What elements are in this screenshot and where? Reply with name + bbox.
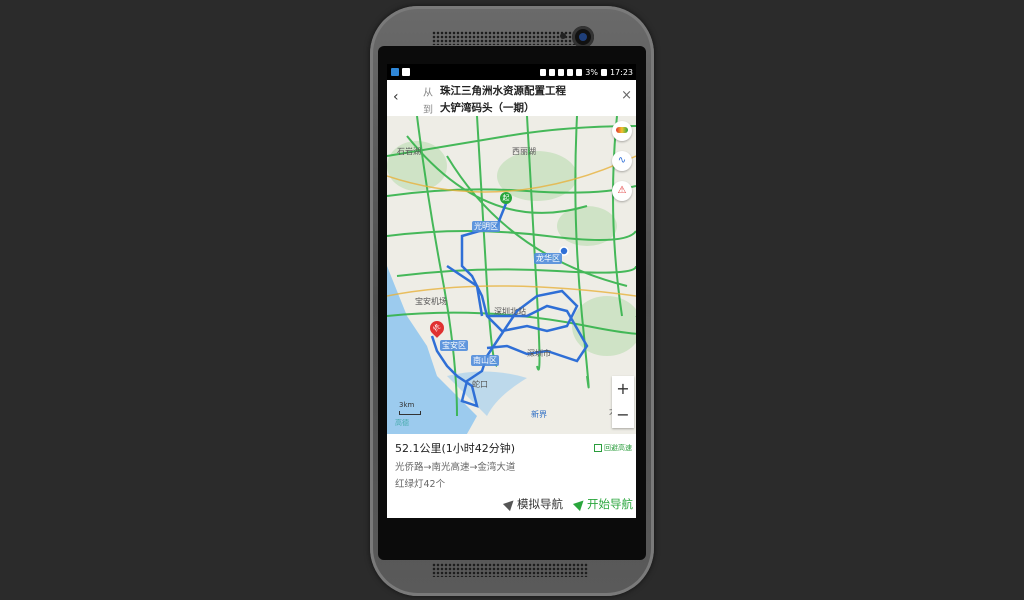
map-label-longhua: 龙华区 [534, 253, 562, 264]
report-icon[interactable]: ⚠ [612, 181, 632, 201]
from-label: 从 [423, 88, 433, 99]
route-summary: 52.1公里(1小时42分钟) [395, 442, 516, 455]
route-info-panel: 52.1公里(1小时42分钟) 回避高速 光侨路→南光高速→金湾大道 红绿灯42… [387, 434, 636, 518]
location-icon [540, 68, 547, 76]
bluetooth-icon [549, 68, 556, 76]
zoom-out-button[interactable]: − [612, 402, 634, 428]
app-screen: 3% 17:23 ‹ 从 珠江三角洲水资源配置工程 到 大铲湾码头（一期） × [387, 64, 636, 518]
nfc-icon [558, 68, 565, 76]
origin-field[interactable]: 珠江三角洲水资源配置工程 [440, 83, 566, 98]
proximity-sensor [560, 33, 566, 39]
route-map[interactable]: 石岩湖 西丽湖 光明区 龙华区 宝安机场 深圳北站 宝安区 南山区 深圳市 蛇口… [387, 116, 636, 434]
simulate-nav-button[interactable]: 模拟导航 [502, 496, 563, 512]
map-label-shiyan: 石岩湖 [397, 147, 421, 156]
back-icon[interactable]: ‹ [393, 89, 399, 105]
map-label-guangming: 光明区 [472, 221, 500, 232]
start-nav-label: 开始导航 [587, 497, 633, 511]
traffic-light-count: 红绿灯42个 [395, 479, 446, 490]
clock: 17:23 [609, 67, 633, 77]
route-roads: 光侨路→南光高速→金湾大道 [395, 462, 516, 473]
start-marker[interactable]: 起 [500, 192, 512, 204]
mute-icon [567, 68, 574, 76]
avoid-highway-label: 回避高速 [604, 444, 632, 452]
map-label-airport: 宝安机场 [415, 297, 447, 306]
front-camera [572, 26, 594, 48]
map-canvas [387, 116, 636, 434]
navigation-arrow-icon [502, 496, 518, 512]
destination-field[interactable]: 大铲湾码头（一期） [440, 100, 535, 115]
zoom-control: + − [612, 376, 634, 428]
map-label-xinjie: 新界 [531, 410, 547, 419]
map-label-baoan: 宝安区 [440, 340, 468, 351]
map-label-shenzhen-city: 深圳市 [527, 349, 551, 358]
battery-icon [600, 68, 607, 76]
map-label-lake: 西丽湖 [512, 147, 536, 156]
close-icon[interactable]: × [621, 88, 632, 103]
scale-bar [399, 411, 421, 415]
battery-percent: 3% [585, 67, 598, 77]
start-nav-button[interactable]: 开始导航 [572, 496, 633, 512]
wifi-icon [576, 68, 583, 76]
map-label-nanshan: 南山区 [471, 355, 499, 366]
status-bar: 3% 17:23 [387, 64, 636, 80]
zoom-in-button[interactable]: + [612, 376, 634, 402]
map-label-shekou: 蛇口 [472, 380, 488, 389]
image-notification-icon [402, 68, 410, 76]
traffic-toggle-icon[interactable] [612, 121, 632, 141]
bottom-speaker-grille [432, 563, 588, 577]
route-header: ‹ 从 珠江三角洲水资源配置工程 到 大铲湾码头（一期） × [387, 80, 636, 116]
map-label-shenzhen-north: 深圳北站 [494, 307, 526, 316]
scale-label: 3km [399, 401, 415, 409]
map-logo: 高德 [395, 419, 409, 427]
avoid-highway-checkbox[interactable]: 回避高速 [594, 443, 632, 453]
notification-icon [391, 68, 399, 76]
checkbox-icon [594, 444, 602, 452]
to-label: 到 [423, 105, 433, 116]
route-overview-icon[interactable]: ∿ [612, 151, 632, 171]
simulate-nav-label: 模拟导航 [517, 497, 563, 511]
navigation-arrow-icon [572, 496, 588, 512]
